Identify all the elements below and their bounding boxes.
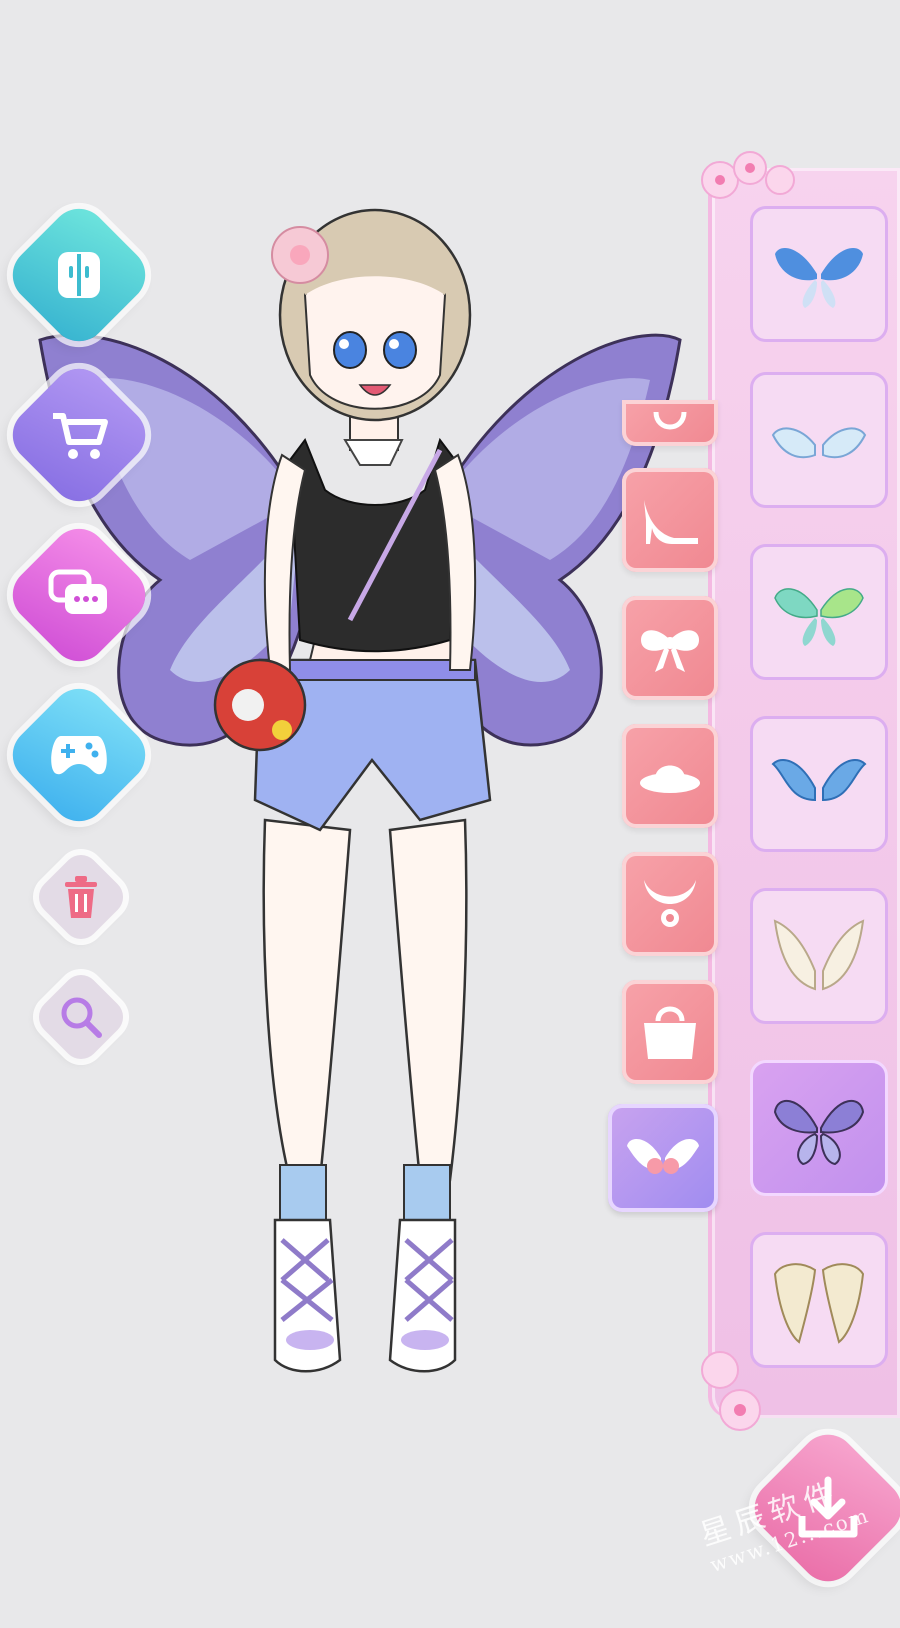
item-blue-butterfly-wings[interactable] (750, 206, 888, 342)
wings-icon (627, 1138, 699, 1174)
trash-icon (65, 876, 97, 918)
chat-button[interactable] (1, 517, 157, 673)
item-green-butterfly-wings[interactable] (750, 544, 888, 680)
tab-hat[interactable] (622, 724, 718, 828)
purple-butterfly-wings-icon (773, 1099, 865, 1166)
blue-feather-wings-icon (771, 759, 867, 802)
chat-icon (48, 569, 107, 614)
tab-necklace[interactable] (622, 400, 718, 446)
game-button[interactable] (1, 677, 157, 833)
hat-icon (640, 765, 700, 793)
cart-icon (53, 413, 109, 459)
zoom-button[interactable] (31, 967, 131, 1067)
item-purple-butterfly-wings[interactable] (750, 1060, 888, 1196)
golden-angel-wings-icon (773, 1263, 865, 1344)
white-angel-wings-icon (771, 427, 867, 459)
green-butterfly-wings-icon (774, 588, 864, 646)
hair-flower (271, 226, 329, 284)
item-blue-feather-wings[interactable] (750, 716, 888, 852)
cream-angel-wings-icon (773, 919, 865, 991)
bow-icon (641, 630, 699, 672)
tab-wings[interactable] (608, 1104, 718, 1212)
tab-collar[interactable] (622, 852, 718, 956)
delete-button[interactable] (31, 847, 131, 947)
magnifier-icon (61, 997, 102, 1038)
gamepad-icon (51, 736, 107, 775)
necklace-partial-icon (653, 411, 687, 430)
tab-bow[interactable] (622, 596, 718, 700)
collar-icon (644, 880, 696, 927)
tab-shoes[interactable] (622, 468, 718, 572)
handbag-icon (644, 1006, 696, 1059)
high-heel-icon (644, 500, 698, 544)
blue-butterfly-wings-icon (775, 248, 863, 308)
wardrobe-icon (58, 252, 100, 298)
wardrobe-button[interactable] (1, 197, 157, 353)
shop-button[interactable] (1, 357, 157, 513)
item-golden-angel-wings[interactable] (750, 1232, 888, 1368)
item-white-angel-wings[interactable] (750, 372, 888, 508)
item-cream-angel-wings[interactable] (750, 888, 888, 1024)
tab-bag[interactable] (622, 980, 718, 1084)
